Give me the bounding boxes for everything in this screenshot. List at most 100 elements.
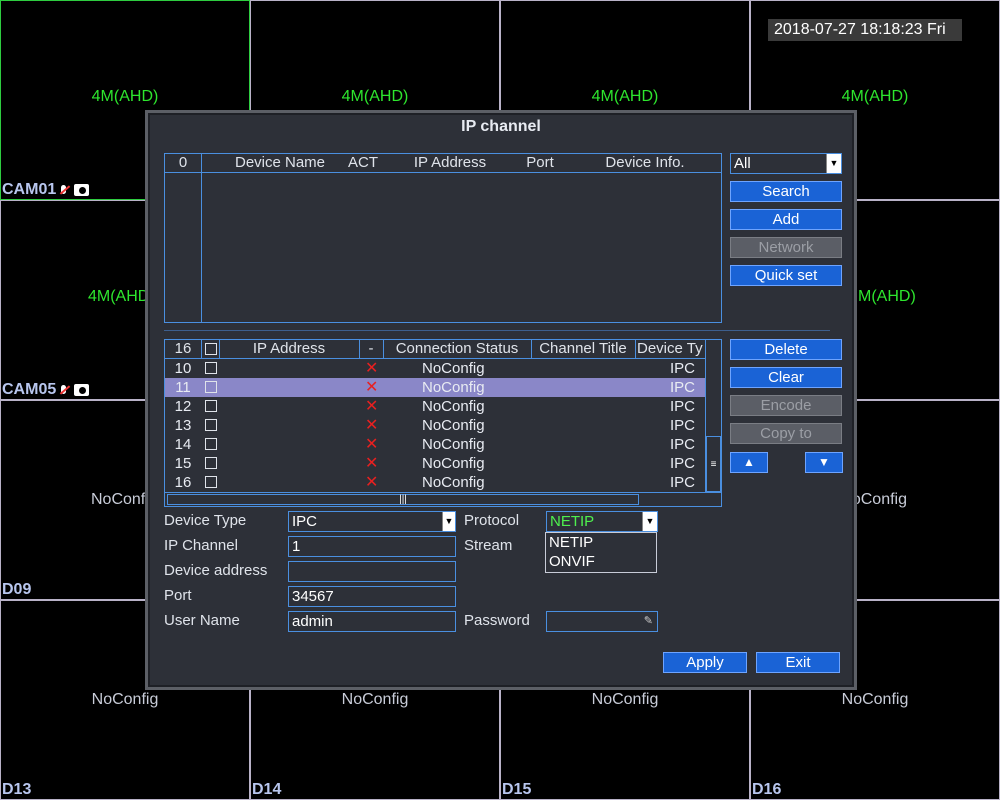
datetime-display: 2018-07-27 18:18:23 Fri <box>768 19 962 41</box>
device-type-select[interactable]: IPC ▼ <box>288 511 456 532</box>
resolution-label: 4M(AHD) <box>591 88 659 105</box>
exit-button[interactable]: Exit <box>756 652 840 673</box>
device-type: IPC <box>670 379 696 396</box>
camera-name: D14 <box>252 781 281 799</box>
filter-value: All <box>734 155 751 172</box>
protocol-select[interactable]: NETIP ▼ <box>546 511 658 532</box>
ip-channel-field[interactable]: 1 <box>288 536 456 557</box>
channel-number: 12 <box>174 398 192 415</box>
protocol-option[interactable]: ONVIF <box>549 552 656 571</box>
select-all-checkbox[interactable] <box>205 343 217 355</box>
password-field[interactable]: ✎ <box>546 611 658 632</box>
protocol-label: Protocol <box>464 512 520 529</box>
port-field[interactable]: 34567 <box>288 586 456 607</box>
keyboard-icon[interactable]: ✎ <box>644 612 653 631</box>
channel-number: 11 <box>175 379 191 396</box>
connection-status: NoConfig <box>422 379 485 396</box>
user-name-field[interactable]: admin <box>288 611 456 632</box>
row-checkbox[interactable] <box>205 457 217 469</box>
row-checkbox[interactable] <box>205 438 217 450</box>
chevron-down-icon[interactable]: ▼ <box>442 512 455 531</box>
chevron-down-icon[interactable]: ▼ <box>826 154 841 173</box>
x-mark-icon: ✕ <box>365 398 379 415</box>
move-up-button[interactable]: ▲ <box>730 452 768 473</box>
camera-name-text: CAM01 <box>2 181 57 198</box>
apply-button[interactable]: Apply <box>663 652 747 673</box>
encode-button[interactable]: Encode <box>730 395 842 416</box>
camera-name-text: D13 <box>2 781 32 798</box>
device-type: IPC <box>670 436 696 453</box>
table-row[interactable]: 12 ✕ NoConfig IPC <box>165 397 705 416</box>
ip-channel-label: IP Channel <box>164 537 238 554</box>
x-mark-icon: ✕ <box>365 436 379 453</box>
move-down-button[interactable]: ▼ <box>805 452 843 473</box>
connection-status: NoConfig <box>422 417 485 434</box>
channel-rows: 10 ✕ NoConfig IPC 11 ✕ NoConfig IPC 12 ✕ NoConfig I… <box>165 359 707 492</box>
table-row[interactable]: 11 ✕ NoConfig IPC <box>165 378 705 397</box>
channel-number: 16 <box>174 474 192 491</box>
filter-select[interactable]: All ▼ <box>730 153 842 174</box>
col-ip-address[interactable]: IP Address <box>405 154 495 172</box>
x-mark-icon: ✕ <box>365 455 379 472</box>
col-count: 0 <box>178 154 188 171</box>
connection-status: NoConfig <box>422 436 485 453</box>
x-mark-icon: ✕ <box>365 360 379 377</box>
col-ip-address[interactable]: IP Address <box>219 340 359 358</box>
col-channel-title[interactable]: Channel Title <box>531 340 635 358</box>
channel-table[interactable]: 16 IP Address - Connection Status Channe… <box>164 339 722 507</box>
no-config-label: NoConfig <box>341 691 409 708</box>
col-device-info[interactable]: Device Info. <box>595 154 695 172</box>
table-row[interactable]: 14 ✕ NoConfig IPC <box>165 435 705 454</box>
resolution-label: 4M(AHD) <box>91 88 159 105</box>
col-connection-status[interactable]: Connection Status <box>383 340 531 358</box>
search-results-table[interactable]: 0 Device Name ACT IP Address Port Device… <box>164 153 722 323</box>
ip-channel-dialog: IP channel 0 Device Name ACT IP Address … <box>145 110 857 690</box>
table-row[interactable]: 10 ✕ NoConfig IPC <box>165 359 705 378</box>
row-checkbox[interactable] <box>205 400 217 412</box>
connection-status: NoConfig <box>422 455 485 472</box>
table-row[interactable]: 16 ✕ NoConfig IPC <box>165 473 705 492</box>
resolution-label: 4M(AHD) <box>341 88 409 105</box>
no-config-label: NoConfig <box>591 691 659 708</box>
search-button[interactable]: Search <box>730 181 842 202</box>
delete-button[interactable]: Delete <box>730 339 842 360</box>
col-port[interactable]: Port <box>520 154 560 172</box>
camera-name: D09 <box>2 581 31 599</box>
camera-name: D13 <box>2 781 31 799</box>
port-label: Port <box>164 587 192 604</box>
row-checkbox[interactable] <box>205 381 217 393</box>
row-checkbox[interactable] <box>205 476 217 488</box>
add-button[interactable]: Add <box>730 209 842 230</box>
network-button[interactable]: Network <box>730 237 842 258</box>
scroll-thumb-v[interactable]: ≡ <box>706 436 721 492</box>
table-row[interactable]: 15 ✕ NoConfig IPC <box>165 454 705 473</box>
mic-muted-icon <box>59 184 71 196</box>
chevron-down-icon[interactable]: ▼ <box>642 512 657 531</box>
device-type: IPC <box>670 474 696 491</box>
protocol-option[interactable]: NETIP <box>549 533 656 552</box>
vertical-scrollbar[interactable]: ≡ <box>705 340 721 492</box>
quick-set-button[interactable]: Quick set <box>730 265 842 286</box>
camera-name: D15 <box>502 781 531 799</box>
table-row[interactable]: 13 ✕ NoConfig IPC <box>165 416 705 435</box>
device-type: IPC <box>670 360 696 377</box>
connection-status: NoConfig <box>422 360 485 377</box>
scroll-thumb-h[interactable]: ||| <box>167 494 639 505</box>
col-device-name[interactable]: Device Name <box>225 154 335 172</box>
no-config-label: NoConfig <box>91 691 159 708</box>
device-address-field[interactable] <box>288 561 456 582</box>
col-dash[interactable]: - <box>359 340 383 358</box>
protocol-value: NETIP <box>550 513 595 530</box>
no-config-label: NoConfig <box>841 691 909 708</box>
row-checkbox[interactable] <box>205 419 217 431</box>
col-channel-count: 16 <box>174 340 192 357</box>
col-act[interactable]: ACT <box>343 154 383 172</box>
row-checkbox[interactable] <box>205 362 217 374</box>
camera-name-text: CAM05 <box>2 381 57 398</box>
channel-number: 13 <box>174 417 192 434</box>
camera-name-text: D16 <box>752 781 782 798</box>
device-type: IPC <box>670 417 696 434</box>
copy-to-button[interactable]: Copy to <box>730 423 842 444</box>
clear-button[interactable]: Clear <box>730 367 842 388</box>
col-device-type[interactable]: Device Ty <box>635 340 707 358</box>
